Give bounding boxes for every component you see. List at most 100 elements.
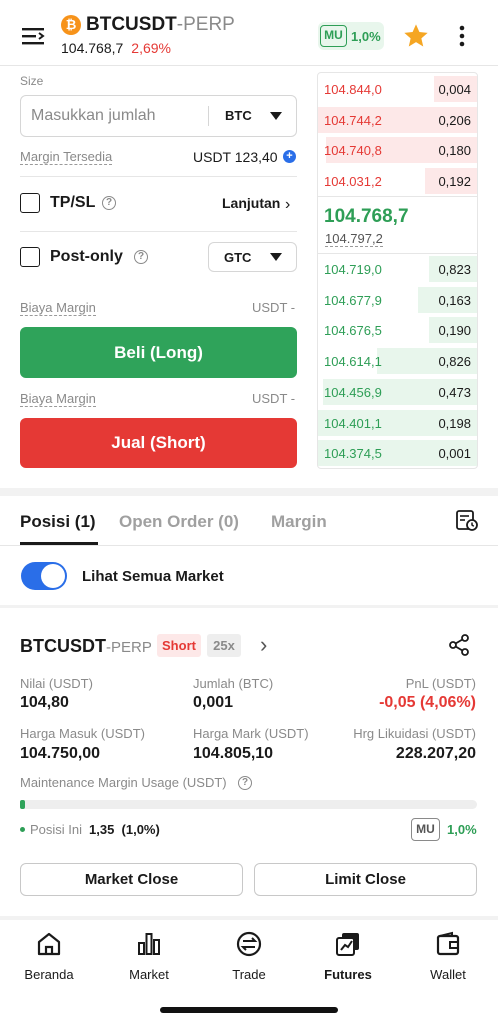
chevron-right-icon[interactable]: › <box>260 632 267 658</box>
bid-row[interactable]: 104.676,5 0,190 <box>318 315 477 345</box>
ask-price: 104.740,8 <box>324 143 382 159</box>
mark-price-value: 104.805,10 <box>193 745 274 762</box>
chevron-right-icon[interactable]: › <box>285 196 290 214</box>
menu-icon[interactable] <box>22 26 46 46</box>
bid-qty: 0,190 <box>438 323 471 339</box>
nav-futures[interactable]: Futures <box>308 930 388 982</box>
toggle-knob <box>41 564 65 588</box>
tab-positions[interactable]: Posisi (1) <box>20 512 96 532</box>
mu-label: MU <box>320 25 347 47</box>
bid-price: 104.676,5 <box>324 323 382 339</box>
liquidation-price-label: Hrg Likuidasi (USDT) <box>353 726 476 741</box>
orderbook-mark-price: 104.797,2 <box>325 231 383 247</box>
add-margin-icon[interactable]: + <box>283 150 296 163</box>
ask-price: 104.844,0 <box>324 82 382 97</box>
bid-price: 104.374,5 <box>324 446 382 462</box>
ask-qty: 0,192 <box>438 174 471 190</box>
price-row: 104.768,7 2,69% <box>61 40 171 56</box>
tpsl-label: TP/SL <box>50 194 96 211</box>
position-pair[interactable]: BTCUSDT-PERP <box>20 636 152 657</box>
ask-row[interactable]: 104.031,2 0,192 <box>318 166 477 196</box>
mark-price-label: Harga Mark (USDT) <box>193 726 309 741</box>
divider <box>0 545 498 546</box>
size-label: Size <box>20 74 44 88</box>
market-close-button[interactable]: Market Close <box>20 863 243 896</box>
star-icon[interactable] <box>402 22 430 50</box>
pnl-value: -0,05 (4,06%) <box>379 694 476 711</box>
tab-margin[interactable]: Margin <box>271 512 327 532</box>
section-gap <box>0 605 498 608</box>
liquidation-price-value: 228.207,20 <box>395 745 476 762</box>
more-icon[interactable] <box>450 24 474 48</box>
ask-price: 104.031,2 <box>324 174 382 190</box>
help-icon[interactable]: ? <box>102 196 116 210</box>
nav-label: Beranda <box>24 967 74 982</box>
bid-qty: 0,826 <box>438 354 471 370</box>
nav-trade[interactable]: Trade <box>209 930 289 982</box>
position-pair-suffix: -PERP <box>106 639 152 656</box>
divider <box>20 231 297 232</box>
futures-icon <box>336 933 359 956</box>
help-icon[interactable]: ? <box>238 776 252 790</box>
nilai-label: Nilai (USDT) <box>20 676 93 691</box>
orderbook-mid-price[interactable]: 104.768,7 <box>324 206 409 228</box>
order-history-icon[interactable] <box>455 508 479 532</box>
mu-value: 1,0% <box>447 822 477 837</box>
wallet-icon <box>436 931 460 956</box>
nav-wallet[interactable]: Wallet <box>408 930 488 982</box>
pair-title[interactable]: BTCUSDT-PERP <box>86 14 235 36</box>
maintenance-margin-fill <box>20 800 25 809</box>
advanced-link[interactable]: Lanjutan <box>222 195 280 211</box>
bid-price: 104.614,1 <box>324 354 382 370</box>
margin-fee-label: Biaya Margin <box>20 300 96 316</box>
sell-short-button[interactable]: Jual (Short) <box>20 418 297 468</box>
ask-row[interactable]: 104.744,2 0,206 <box>318 105 477 135</box>
bid-row[interactable]: 104.374,5 0,001 <box>318 438 477 468</box>
ask-row[interactable]: 104.844,0 0,004 <box>318 74 477 104</box>
show-all-markets-toggle[interactable] <box>21 562 67 590</box>
chart-icon <box>138 933 160 955</box>
bid-row[interactable]: 104.719,0 0,823 <box>318 254 477 284</box>
bid-row[interactable]: 104.456,9 0,473 <box>318 377 477 407</box>
nav-label: Futures <box>324 967 372 982</box>
limit-close-button[interactable]: Limit Close <box>254 863 477 896</box>
share-icon[interactable] <box>447 633 471 657</box>
bid-qty: 0,001 <box>438 446 471 462</box>
bid-price: 104.401,1 <box>324 415 382 431</box>
margin-fee-label: Biaya Margin <box>20 391 96 407</box>
entry-price-value: 104.750,00 <box>20 745 101 762</box>
margin-available-label: Margin Tersedia <box>20 149 113 165</box>
mu-label: MU <box>411 818 440 841</box>
position-share-label: Posisi Ini <box>30 822 83 837</box>
tab-open-orders[interactable]: Open Order (0) <box>119 512 239 532</box>
size-placeholder: Masukkan jumlah <box>31 107 156 124</box>
bid-row[interactable]: 104.614,1 0,826 <box>318 346 477 376</box>
nav-market[interactable]: Market <box>109 930 189 982</box>
ask-row[interactable]: 104.740,8 0,180 <box>318 135 477 165</box>
tpsl-checkbox[interactable] <box>20 193 40 213</box>
maintenance-margin-bar <box>20 800 477 809</box>
ask-price: 104.744,2 <box>324 112 382 128</box>
pair-name: BTCUSDT <box>86 14 177 35</box>
divider <box>20 176 297 177</box>
pair-suffix: -PERP <box>176 14 235 35</box>
divider <box>318 196 477 197</box>
tif-select[interactable] <box>208 242 297 272</box>
bid-row[interactable]: 104.677,9 0,163 <box>318 285 477 315</box>
home-icon <box>37 932 61 956</box>
chevron-down-icon[interactable] <box>270 253 282 261</box>
jumlah-value: 0,001 <box>193 694 234 711</box>
help-icon[interactable]: ? <box>134 250 148 264</box>
nav-label: Trade <box>232 967 266 982</box>
nav-home[interactable]: Beranda <box>9 930 89 982</box>
margin-available-value: USDT 123,40 <box>193 149 278 165</box>
exchange-icon <box>236 931 262 957</box>
chevron-down-icon[interactable] <box>270 112 282 120</box>
size-unit[interactable]: BTC <box>225 108 252 123</box>
maintenance-margin-label: Maintenance Margin Usage (USDT) <box>20 775 227 790</box>
buy-long-button[interactable]: Beli (Long) <box>20 327 297 378</box>
bid-row[interactable]: 104.401,1 0,198 <box>318 408 477 438</box>
postonly-checkbox[interactable] <box>20 247 40 267</box>
bid-qty: 0,163 <box>438 292 471 308</box>
margin-fee-value: USDT - <box>252 300 296 315</box>
